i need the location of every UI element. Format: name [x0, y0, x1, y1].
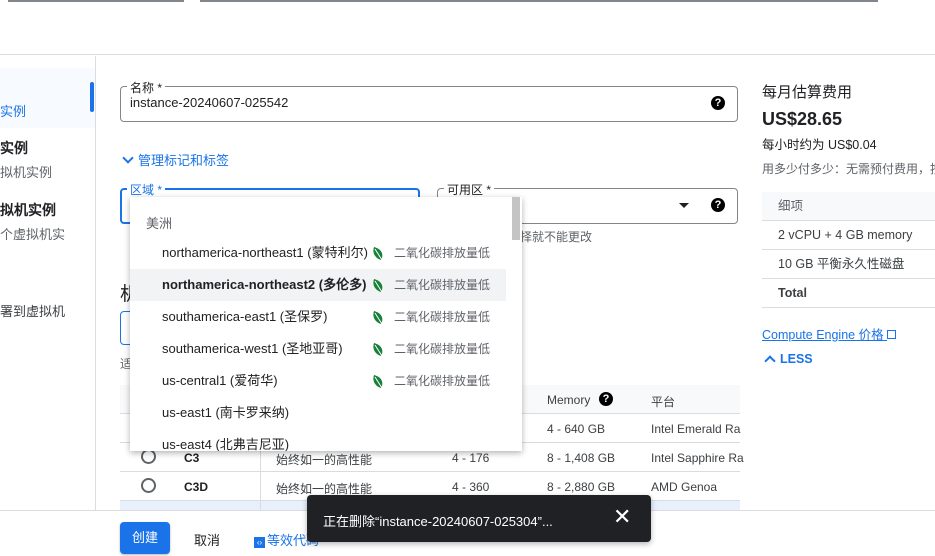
hourly-cost: 每小时约为 US$0.04: [762, 138, 877, 152]
cell-platform: Intel Sapphire Ra: [651, 451, 744, 465]
region-option[interactable]: northamerica-northeast2 (多伦多) 二氧化碳排放量低: [130, 269, 506, 301]
dropdown-arrow-icon: [679, 203, 689, 208]
column-header-memory: Memory: [547, 393, 591, 407]
cell-memory: 8 - 2,880 GB: [547, 480, 616, 494]
low-co2-label: 二氧化碳排放量低: [394, 310, 491, 324]
radio-button[interactable]: [141, 478, 156, 493]
open-in-new-icon: [887, 330, 897, 339]
radio-button[interactable]: [141, 449, 156, 464]
low-co2-label: 二氧化碳排放量低: [394, 374, 491, 388]
sidebar-item-instance[interactable]: 实例 拟机实例: [0, 138, 52, 181]
cell-vcpu: 4 - 360: [452, 480, 490, 494]
leaf-icon: [373, 247, 383, 261]
scrollbar-thumb[interactable]: [512, 197, 520, 240]
region-option[interactable]: northamerica-northeast1 (蒙特利尔) 二氧化碳排放量低: [130, 237, 506, 269]
cell-series: C3: [184, 451, 200, 465]
breakdown-item: 10 GB 平衡永久性磁盘: [762, 250, 935, 279]
sidebar-item-subtitle: 个虚拟机实: [0, 227, 66, 242]
region-option-label: northamerica-northeast1 (蒙特利尔): [162, 245, 368, 260]
region-option-label: us-central1 (爱荷华): [162, 373, 278, 388]
group-header: 美洲: [146, 216, 173, 231]
chevron-up-icon: [764, 355, 776, 367]
name-label: 名称 *: [127, 79, 166, 96]
leaf-icon: [373, 375, 383, 389]
low-co2-label: 二氧化碳排放量低: [394, 342, 491, 356]
help-icon[interactable]: ?: [711, 96, 725, 110]
leaf-icon: [373, 311, 383, 325]
less-label: LESS: [780, 352, 813, 366]
column-header-platform: 平台: [651, 395, 676, 409]
region-option-label: us-east1 (南卡罗来纳): [162, 405, 290, 420]
cell-platform: Intel Emerald Ra: [651, 422, 741, 436]
region-option[interactable]: us-east1 (南卡罗来纳): [130, 397, 506, 429]
region-option[interactable]: southamerica-west1 (圣地亚哥) 二氧化碳排放量低: [130, 333, 506, 365]
region-option[interactable]: us-east4 (北弗吉尼亚): [130, 429, 506, 451]
cell-vcpu: 4 - 176: [452, 451, 490, 465]
sidebar-item-title: 实例: [0, 140, 28, 156]
create-button[interactable]: 创建: [120, 522, 170, 554]
tab-strip: [8, 0, 184, 2]
manage-tags-toggle[interactable]: 管理标记和标签: [121, 150, 229, 169]
region-option-label: us-east4 (北弗吉尼亚): [162, 437, 290, 451]
leaf-icon: [373, 343, 383, 357]
low-co2-label: 二氧化碳排放量低: [394, 278, 491, 292]
low-co2-label: 二氧化碳排放量低: [394, 246, 491, 260]
less-toggle[interactable]: LESS: [764, 352, 813, 367]
cell-memory: 8 - 1,408 GB: [547, 451, 616, 465]
pricing-title: 每月估算费用: [762, 84, 853, 101]
column-divider: [260, 443, 261, 511]
cell-series: C3D: [184, 480, 209, 494]
region-option[interactable]: southamerica-east1 (圣保罗) 二氧化碳排放量低: [130, 301, 506, 333]
region-option-label: northamerica-northeast2 (多伦多): [162, 277, 367, 292]
sidebar-item-label: 实例: [0, 104, 27, 119]
region-dropdown-menu: 美洲 northamerica-northeast1 (蒙特利尔) 二氧化碳排放量…: [130, 197, 522, 451]
sidebar-item-vm[interactable]: 拟机实例 个虚拟机实: [0, 200, 65, 243]
pricing-link[interactable]: Compute Engine 价格: [762, 324, 897, 343]
sidebar-item-title: 拟机实例: [0, 202, 56, 218]
search-bar-edge: [200, 0, 878, 2]
monthly-cost: US$28.65: [762, 109, 843, 129]
close-icon[interactable]: ✕: [613, 505, 631, 529]
pricing-link-label: Compute Engine 价格: [762, 328, 884, 342]
sidebar: 实例 实例 拟机实例 拟机实例 个虚拟机实 署到虚拟机: [0, 56, 96, 511]
cell-description: 始终如一的高性能: [276, 453, 373, 467]
help-icon[interactable]: ?: [711, 198, 725, 212]
cell-memory: 4 - 640 GB: [547, 422, 606, 436]
chevron-down-icon: [122, 152, 134, 164]
sidebar-item-deploy[interactable]: 署到虚拟机: [0, 301, 65, 320]
help-icon[interactable]: ?: [599, 392, 613, 406]
breakdown-total: Total: [762, 279, 935, 308]
sidebar-item-selected[interactable]: 实例: [0, 68, 95, 128]
region-option-label: southamerica-east1 (圣保罗): [162, 309, 328, 324]
region-label: 区域 *: [127, 181, 166, 198]
sidebar-item-subtitle: 拟机实例: [0, 165, 53, 180]
snackbar: 正在删除“instance-20240607-025304”... ✕: [307, 495, 651, 542]
zone-hint: 择就不能更改: [520, 230, 593, 244]
leaf-icon: [373, 279, 383, 293]
cell-platform: AMD Genoa: [651, 480, 718, 494]
breakdown-item: 2 vCPU + 4 GB memory: [762, 221, 935, 250]
name-field[interactable]: instance-20240607-025542 ?: [120, 86, 738, 122]
zone-label: 可用区 *: [444, 181, 495, 198]
code-icon: ‹›: [254, 537, 265, 548]
selection-indicator: [90, 82, 94, 112]
top-bar: [0, 0, 935, 55]
breakdown-header: 细项: [762, 192, 935, 221]
region-option[interactable]: us-central1 (爱荷华) 二氧化碳排放量低: [130, 365, 506, 397]
name-value: instance-20240607-025542: [130, 95, 289, 110]
manage-tags-label: 管理标记和标签: [138, 153, 230, 168]
snackbar-message: 正在删除“instance-20240607-025304”...: [323, 514, 553, 529]
cancel-button[interactable]: 取消: [194, 530, 220, 549]
region-option-label: southamerica-west1 (圣地亚哥): [162, 341, 343, 356]
pricing-note: 用多少付多少：无需预付费用，按: [762, 162, 935, 176]
